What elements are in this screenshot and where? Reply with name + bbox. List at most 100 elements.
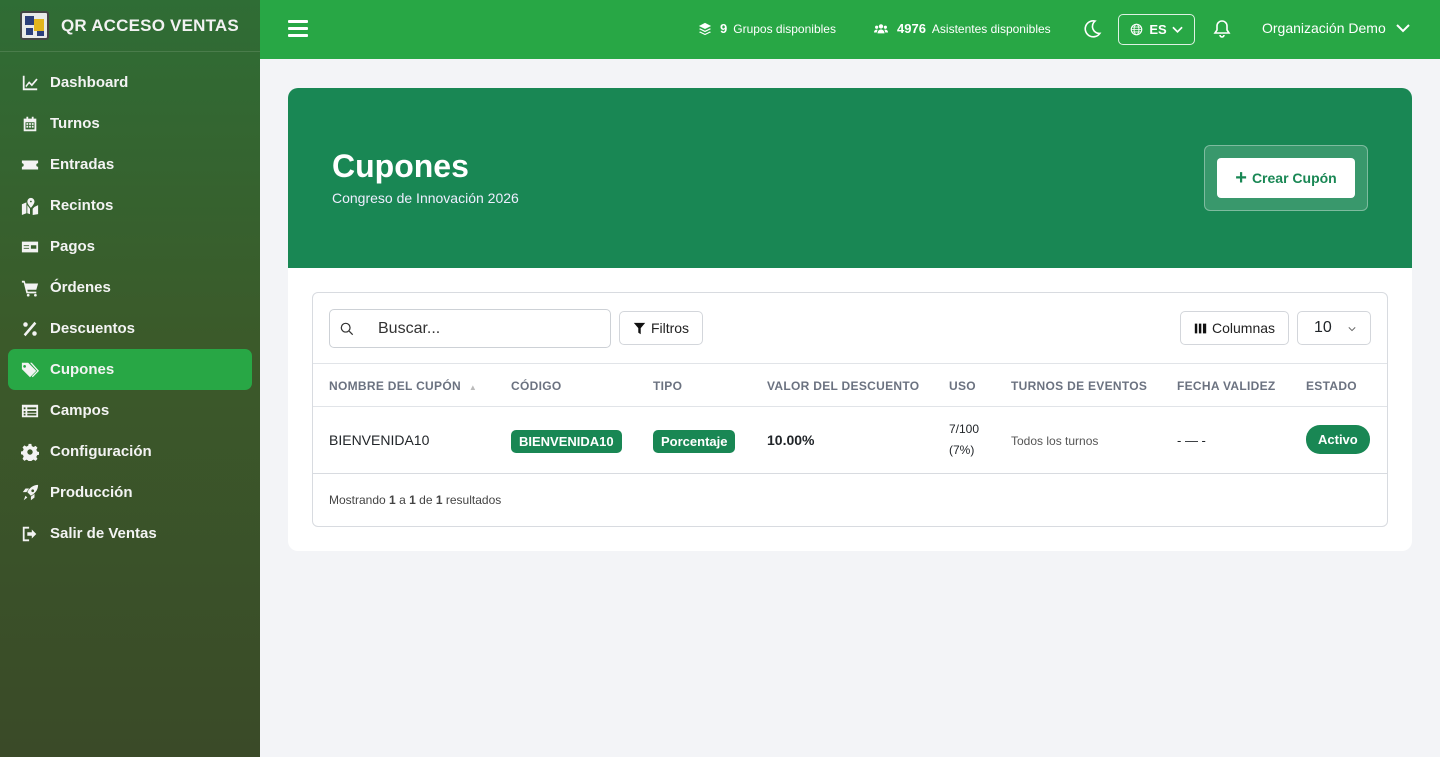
sidebar-item-label: Dashboard bbox=[50, 74, 129, 91]
column-header-type[interactable]: TIPO bbox=[653, 379, 682, 393]
organization-name: Organización Demo bbox=[1262, 20, 1386, 36]
sidebar-item-dashboard[interactable]: Dashboard bbox=[8, 62, 252, 103]
sort-arrow-icon: ▲ bbox=[468, 383, 478, 392]
moon-icon[interactable] bbox=[1082, 19, 1102, 39]
attendees-stat: 4976 Asistentes disponibles bbox=[873, 21, 1051, 36]
event-shifts: Todos los turnos bbox=[1011, 434, 1099, 448]
sign-out-icon bbox=[20, 524, 40, 544]
sidebar-item-label: Configuración bbox=[50, 443, 152, 460]
brand[interactable]: QR ACCESO VENTAS bbox=[0, 0, 260, 52]
sidebar-item-salir[interactable]: Salir de Ventas bbox=[8, 513, 252, 554]
topbar: 9 Grupos disponibles 4976 Asistentes dis… bbox=[260, 0, 1440, 59]
sidebar-item-label: Turnos bbox=[50, 115, 100, 132]
column-header-shifts[interactable]: TURNOS DE EVENTOS bbox=[1011, 379, 1147, 393]
create-coupon-label: Crear Cupón bbox=[1251, 170, 1337, 186]
sidebar-nav: Dashboard Turnos Entradas Recintos Pagos… bbox=[0, 52, 260, 554]
column-header-usage[interactable]: USO bbox=[949, 379, 976, 393]
sidebar-item-label: Pagos bbox=[50, 238, 96, 255]
filters-button[interactable]: Filtros bbox=[619, 311, 703, 345]
column-header-status[interactable]: ESTADO bbox=[1306, 379, 1357, 393]
create-coupon-button[interactable]: + Crear Cupón bbox=[1217, 158, 1355, 198]
menu-toggle-icon[interactable] bbox=[288, 20, 308, 38]
column-header-validity[interactable]: FECHA VALIDEZ bbox=[1177, 379, 1276, 393]
columns-button[interactable]: Columnas bbox=[1180, 311, 1289, 345]
language-code: ES bbox=[1149, 22, 1167, 37]
page-title: Cupones bbox=[332, 148, 469, 184]
sidebar-item-configuracion[interactable]: Configuración bbox=[8, 431, 252, 472]
sidebar-item-descuentos[interactable]: Descuentos bbox=[8, 308, 252, 349]
sidebar-item-label: Entradas bbox=[50, 156, 115, 173]
map-marked-icon bbox=[20, 196, 40, 216]
tags-icon bbox=[20, 360, 40, 380]
pagination-summary: Mostrando 1 a 1 de 1 resultados bbox=[329, 493, 502, 507]
usage-count: 7/100 bbox=[949, 422, 980, 436]
columns-icon bbox=[1194, 323, 1207, 333]
filter-icon bbox=[633, 322, 646, 334]
sidebar-item-cupones[interactable]: Cupones bbox=[8, 349, 252, 390]
sidebar-item-recintos[interactable]: Recintos bbox=[8, 185, 252, 226]
sidebar-item-label: Recintos bbox=[50, 197, 114, 214]
usage-percent: (7%) bbox=[949, 443, 975, 457]
status-badge: Activo bbox=[1306, 425, 1370, 454]
column-header-code[interactable]: CÓDIGO bbox=[511, 379, 561, 393]
groups-count: 9 bbox=[720, 21, 728, 36]
per-page-value: 10 bbox=[1314, 319, 1332, 336]
app-logo-icon bbox=[20, 11, 49, 40]
cart-icon bbox=[20, 278, 40, 298]
search-input[interactable] bbox=[378, 319, 598, 338]
calendar-icon bbox=[20, 114, 40, 134]
chart-line-icon bbox=[20, 73, 40, 93]
filters-label: Filtros bbox=[650, 320, 690, 336]
chevron-down-icon bbox=[1348, 327, 1356, 332]
app-title: QR ACCESO VENTAS bbox=[61, 15, 239, 35]
sidebar-item-entradas[interactable]: Entradas bbox=[8, 144, 252, 185]
layers-icon bbox=[698, 22, 712, 35]
chevron-down-icon bbox=[1172, 26, 1183, 33]
sidebar-item-label: Producción bbox=[50, 484, 133, 501]
gear-icon bbox=[20, 442, 40, 462]
plus-icon: + bbox=[1235, 167, 1247, 189]
attendees-count: 4976 bbox=[897, 21, 926, 36]
sidebar-item-campos[interactable]: Campos bbox=[8, 390, 252, 431]
rocket-icon bbox=[20, 483, 40, 503]
page-header: Cupones Congreso de Innovación 2026 + Cr… bbox=[288, 88, 1412, 268]
groups-stat: 9 Grupos disponibles bbox=[698, 21, 836, 36]
sidebar: QR ACCESO VENTAS Dashboard Turnos Entrad… bbox=[0, 0, 260, 757]
ticket-icon bbox=[20, 155, 40, 175]
coupon-name: BIENVENIDA10 bbox=[329, 432, 430, 448]
attendees-label: Asistentes disponibles bbox=[931, 21, 1051, 36]
sidebar-item-label: Cupones bbox=[50, 361, 115, 378]
sidebar-item-ordenes[interactable]: Órdenes bbox=[8, 267, 252, 308]
per-page-select[interactable]: 10 bbox=[1297, 311, 1371, 345]
sidebar-item-produccion[interactable]: Producción bbox=[8, 472, 252, 513]
sidebar-item-label: Órdenes bbox=[50, 279, 111, 296]
coupon-code-badge: BIENVENIDA10 bbox=[511, 430, 622, 453]
money-check-icon bbox=[20, 237, 40, 257]
table-header: NOMBRE DEL CUPÓN ▲ CÓDIGO TIPO VALOR DEL … bbox=[313, 363, 1387, 407]
content-card: Filtros Columnas 10 NOMBRE DEL CUPÓN▲ CÓ… bbox=[288, 268, 1412, 551]
column-header-value[interactable]: VALOR DEL DESCUENTO bbox=[767, 379, 919, 393]
table-row[interactable]: BIENVENIDA10 BIENVENIDA10 Porcentaje 10.… bbox=[313, 407, 1387, 474]
percent-icon bbox=[20, 319, 40, 339]
sidebar-item-label: Salir de Ventas bbox=[50, 525, 157, 542]
globe-icon bbox=[1131, 23, 1143, 36]
bell-icon[interactable] bbox=[1212, 19, 1232, 39]
search-icon bbox=[340, 322, 354, 336]
search-box bbox=[329, 309, 611, 348]
sidebar-item-pagos[interactable]: Pagos bbox=[8, 226, 252, 267]
list-icon bbox=[20, 401, 40, 421]
sidebar-item-turnos[interactable]: Turnos bbox=[8, 103, 252, 144]
sidebar-item-label: Campos bbox=[50, 402, 110, 419]
column-header-name[interactable]: NOMBRE DEL CUPÓN ▲ bbox=[329, 379, 477, 393]
users-icon bbox=[874, 23, 888, 33]
page-subtitle: Congreso de Innovación 2026 bbox=[332, 190, 519, 206]
coupon-type-badge: Porcentaje bbox=[653, 430, 736, 453]
validity-date: - — - bbox=[1177, 433, 1206, 448]
sidebar-item-label: Descuentos bbox=[50, 320, 136, 337]
chevron-down-icon bbox=[1396, 24, 1410, 33]
columns-label: Columnas bbox=[1211, 320, 1276, 336]
language-selector[interactable]: ES bbox=[1118, 14, 1195, 45]
table-card: Filtros Columnas 10 NOMBRE DEL CUPÓN▲ CÓ… bbox=[312, 292, 1388, 527]
groups-label: Grupos disponibles bbox=[733, 21, 836, 36]
organization-menu[interactable]: Organización Demo bbox=[1262, 20, 1410, 36]
